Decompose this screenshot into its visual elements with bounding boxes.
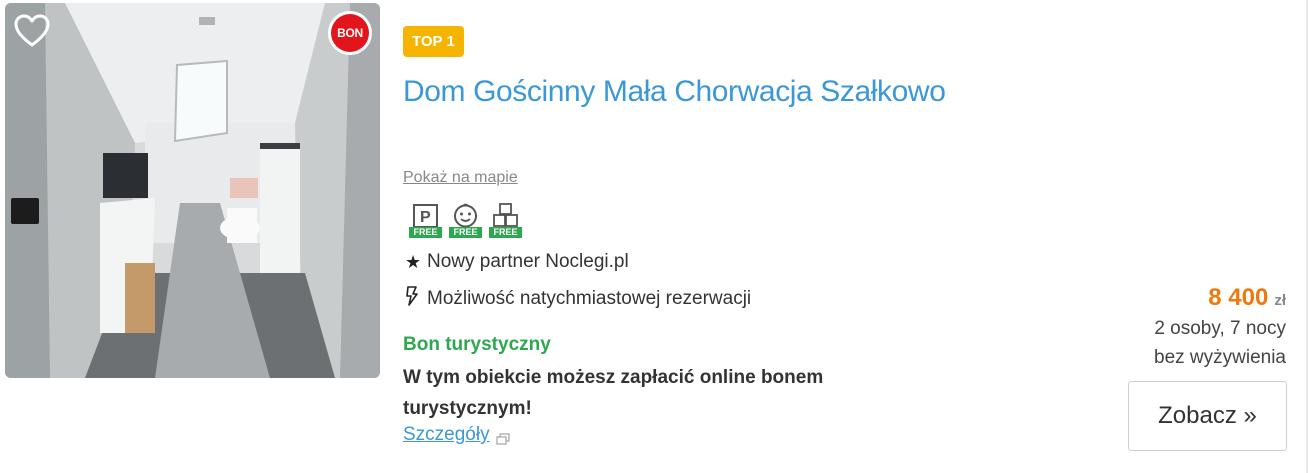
bathroom-photo-illustration xyxy=(5,3,380,378)
show-on-map-link[interactable]: Pokaż na mapie xyxy=(403,169,518,187)
voucher-title: Bon turystyczny xyxy=(403,334,551,355)
amenity-playroom: FREE xyxy=(489,203,522,238)
parking-icon: P xyxy=(413,204,438,227)
listing-photo[interactable] xyxy=(5,3,380,378)
amenities-list: P FREE FREE FREE xyxy=(409,203,522,238)
amenity-child: FREE xyxy=(449,203,482,238)
baby-face-icon xyxy=(454,203,477,227)
feature-instant-booking-label: Możliwość natychmiastowej rezerwacji xyxy=(427,287,752,309)
voucher-details-label[interactable]: Szczegóły xyxy=(403,424,490,446)
amenity-free-label: FREE xyxy=(449,227,482,238)
amenity-free-label: FREE xyxy=(409,227,442,238)
price-amount: 8 400 xyxy=(1208,284,1269,311)
lightning-icon xyxy=(405,286,427,311)
favorite-heart-icon[interactable] xyxy=(14,14,50,48)
feature-new-partner: ★ Nowy partner Noclegi.pl xyxy=(405,251,629,273)
amenity-parking: P FREE xyxy=(409,203,442,238)
blocks-icon xyxy=(493,203,518,227)
external-link-icon xyxy=(495,429,510,445)
voucher-text: W tym obiekcie możesz zapłacić online bo… xyxy=(403,367,824,419)
feature-new-partner-label: Nowy partner Noclegi.pl xyxy=(427,251,629,272)
price: 8 400 zł xyxy=(1208,284,1286,312)
top-rank-badge: TOP 1 xyxy=(403,26,464,57)
feature-instant-booking: Możliwość natychmiastowej rezerwacji xyxy=(405,286,751,311)
price-board: bez wyżywienia xyxy=(1154,347,1286,368)
listing-title[interactable]: Dom Gościnny Mała Chorwacja Szałkowo xyxy=(403,69,963,115)
listing-card: BON TOP 1 Dom Gościnny Mała Chorwacja Sz… xyxy=(0,0,1308,473)
see-offer-button[interactable]: Zobacz » xyxy=(1128,381,1287,451)
price-currency: zł xyxy=(1274,292,1286,309)
price-persons-nights: 2 osoby, 7 nocy xyxy=(1154,318,1286,339)
bon-badge-label: BON xyxy=(331,14,369,52)
svg-text:P: P xyxy=(420,209,431,226)
star-icon: ★ xyxy=(405,251,422,272)
voucher-details-link[interactable]: Szczegóły xyxy=(403,424,510,446)
bon-badge: BON xyxy=(328,11,372,55)
amenity-free-label: FREE xyxy=(489,227,522,238)
